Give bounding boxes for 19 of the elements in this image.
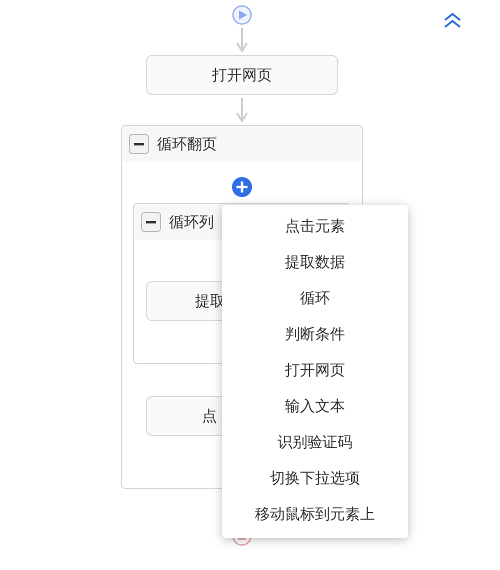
- collapse-icon[interactable]: [129, 134, 149, 154]
- add-step-icon[interactable]: [232, 177, 252, 197]
- flow-arrow: [236, 98, 248, 122]
- collapse-up-icon[interactable]: [443, 12, 462, 29]
- menu-item[interactable]: 识别验证码: [222, 424, 408, 460]
- menu-item[interactable]: 打开网页: [222, 352, 408, 388]
- menu-item[interactable]: 判断条件: [222, 316, 408, 352]
- loop-title: 循环翻页: [157, 134, 217, 155]
- menu-item[interactable]: 输入文本: [222, 388, 408, 424]
- menu-item[interactable]: 移动鼠标到元素上: [222, 496, 408, 532]
- flow-step[interactable]: 打开网页: [146, 55, 338, 95]
- collapse-icon[interactable]: [141, 212, 161, 232]
- loop-title: 循环列: [169, 212, 214, 233]
- menu-item[interactable]: 提取数据: [222, 244, 408, 280]
- start-icon: [232, 5, 252, 25]
- menu-item[interactable]: 切换下拉选项: [222, 460, 408, 496]
- flow-arrow: [236, 28, 248, 52]
- menu-item[interactable]: 点击元素: [222, 208, 408, 244]
- menu-item[interactable]: 循环: [222, 280, 408, 316]
